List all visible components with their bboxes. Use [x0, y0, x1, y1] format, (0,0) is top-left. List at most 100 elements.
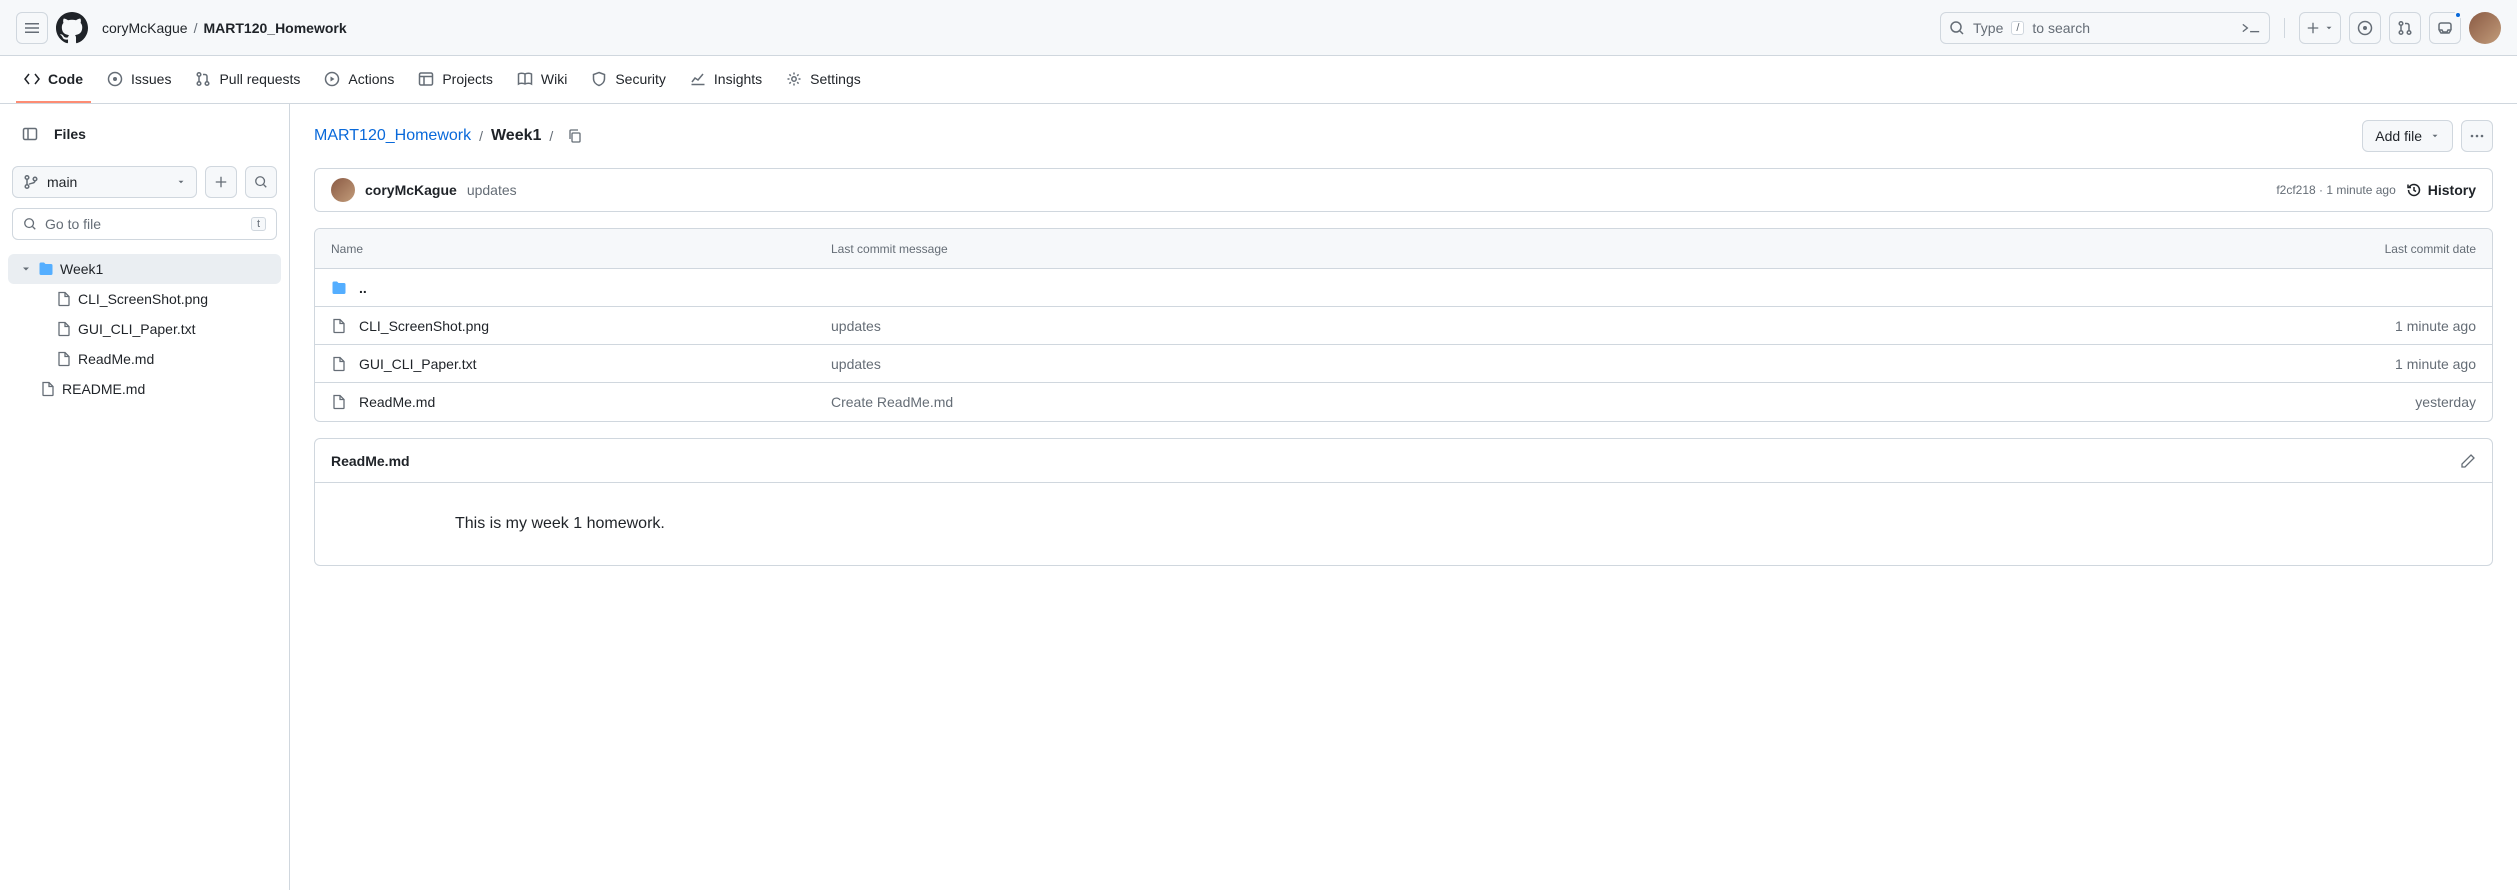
file-commit-msg[interactable]: Create ReadMe.md: [831, 394, 2316, 410]
commit-message[interactable]: updates: [467, 182, 517, 198]
notifications-button[interactable]: [2429, 12, 2461, 44]
pull-request-icon: [2397, 20, 2413, 36]
github-logo[interactable]: [56, 12, 88, 44]
up-label: ..: [359, 280, 367, 296]
search-icon: [254, 175, 268, 189]
branch-select[interactable]: main: [12, 166, 197, 198]
history-link[interactable]: History: [2406, 182, 2476, 198]
hamburger-icon: [24, 20, 40, 36]
tab-pulls-label: Pull requests: [219, 71, 300, 87]
tree-file[interactable]: README.md: [8, 374, 281, 404]
search-kbd: /: [2011, 21, 2024, 35]
tree-file[interactable]: GUI_CLI_Paper.txt: [8, 314, 281, 344]
issue-icon: [107, 71, 123, 87]
kebab-icon: [2469, 128, 2485, 144]
tab-security[interactable]: Security: [583, 57, 674, 103]
tree-folder-week1[interactable]: Week1: [8, 254, 281, 284]
commit-avatar[interactable]: [331, 178, 355, 202]
more-options-button[interactable]: [2461, 120, 2493, 152]
caret-down-icon: [2430, 131, 2440, 141]
search-icon: [23, 217, 37, 231]
table-row-up[interactable]: ..: [315, 269, 2492, 307]
tab-actions[interactable]: Actions: [316, 57, 402, 103]
file-icon: [331, 394, 347, 410]
col-date: Last commit date: [2316, 242, 2476, 256]
file-icon: [331, 318, 347, 334]
file-name: GUI_CLI_Paper.txt: [359, 356, 477, 372]
copy-icon: [567, 128, 583, 144]
repo-link[interactable]: MART120_Homework: [203, 20, 346, 36]
folder-icon: [331, 280, 347, 296]
branch-icon: [23, 174, 39, 190]
file-commit-msg[interactable]: updates: [831, 356, 2316, 372]
file-icon: [56, 351, 72, 367]
file-commit-date: 1 minute ago: [2316, 356, 2476, 372]
file-commit-date: 1 minute ago: [2316, 318, 2476, 334]
pulls-header-button[interactable]: [2389, 12, 2421, 44]
readme-content: This is my week 1 homework.: [315, 483, 2492, 565]
tab-wiki-label: Wiki: [541, 71, 567, 87]
tree-file[interactable]: ReadMe.md: [8, 344, 281, 374]
file-table-header: Name Last commit message Last commit dat…: [315, 229, 2492, 269]
tab-settings-label: Settings: [810, 71, 861, 87]
plus-icon: [2306, 21, 2320, 35]
breadcrumb-separator: /: [194, 20, 198, 36]
file-name: CLI_ScreenShot.png: [359, 318, 489, 334]
search-input[interactable]: Type / to search: [1940, 12, 2270, 44]
tab-code[interactable]: Code: [16, 57, 91, 103]
path-separator: /: [549, 128, 553, 144]
sidebar-title: Files: [54, 126, 86, 142]
file-icon: [331, 356, 347, 372]
tree-folder-label: Week1: [60, 261, 103, 277]
issue-icon: [2357, 20, 2373, 36]
pull-request-icon: [195, 71, 211, 87]
issues-header-button[interactable]: [2349, 12, 2381, 44]
tree-file-label: README.md: [62, 381, 145, 397]
path-folder: Week1: [491, 127, 541, 145]
add-file-label: Add file: [2375, 128, 2422, 144]
tree-file-label: CLI_ScreenShot.png: [78, 291, 208, 307]
path-repo-link[interactable]: MART120_Homework: [314, 127, 471, 145]
add-file-button[interactable]: Add file: [2362, 120, 2453, 152]
search-tree-button[interactable]: [245, 166, 277, 198]
tab-projects[interactable]: Projects: [410, 57, 501, 103]
table-row[interactable]: ReadMe.md Create ReadMe.md yesterday: [315, 383, 2492, 421]
sidebar-collapse-button[interactable]: [16, 120, 44, 148]
tab-wiki[interactable]: Wiki: [509, 57, 575, 103]
create-new-button[interactable]: [2299, 12, 2341, 44]
branch-name: main: [47, 174, 77, 190]
commit-user-link[interactable]: coryMcKague: [365, 182, 457, 198]
file-icon: [56, 321, 72, 337]
tab-insights-label: Insights: [714, 71, 762, 87]
col-msg: Last commit message: [831, 242, 2316, 256]
notification-dot: [2454, 11, 2462, 19]
file-commit-msg[interactable]: updates: [831, 318, 2316, 334]
tree-file[interactable]: CLI_ScreenShot.png: [8, 284, 281, 314]
tab-settings[interactable]: Settings: [778, 57, 869, 103]
tab-projects-label: Projects: [442, 71, 493, 87]
tab-actions-label: Actions: [348, 71, 394, 87]
project-icon: [418, 71, 434, 87]
book-icon: [517, 71, 533, 87]
hamburger-menu-button[interactable]: [16, 12, 48, 44]
tab-issues[interactable]: Issues: [99, 57, 179, 103]
tab-pulls[interactable]: Pull requests: [187, 57, 308, 103]
add-file-sidebar-button[interactable]: [205, 166, 237, 198]
table-row[interactable]: CLI_ScreenShot.png updates 1 minute ago: [315, 307, 2492, 345]
edit-readme-button[interactable]: [2460, 453, 2476, 469]
commit-sha[interactable]: f2cf218 · 1 minute ago: [2276, 183, 2395, 197]
copy-path-button[interactable]: [561, 122, 589, 150]
history-label: History: [2428, 182, 2476, 198]
breadcrumb: coryMcKague / MART120_Homework: [102, 20, 347, 36]
owner-link[interactable]: coryMcKague: [102, 20, 188, 36]
file-search-input[interactable]: Go to file t: [12, 208, 277, 240]
table-row[interactable]: GUI_CLI_Paper.txt updates 1 minute ago: [315, 345, 2492, 383]
search-placeholder-suffix: to search: [2032, 20, 2090, 36]
tab-security-label: Security: [615, 71, 666, 87]
tab-insights[interactable]: Insights: [682, 57, 770, 103]
plus-icon: [214, 175, 228, 189]
readme-filename: ReadMe.md: [331, 453, 410, 469]
github-icon: [56, 12, 88, 44]
search-icon: [1949, 20, 1965, 36]
user-avatar[interactable]: [2469, 12, 2501, 44]
